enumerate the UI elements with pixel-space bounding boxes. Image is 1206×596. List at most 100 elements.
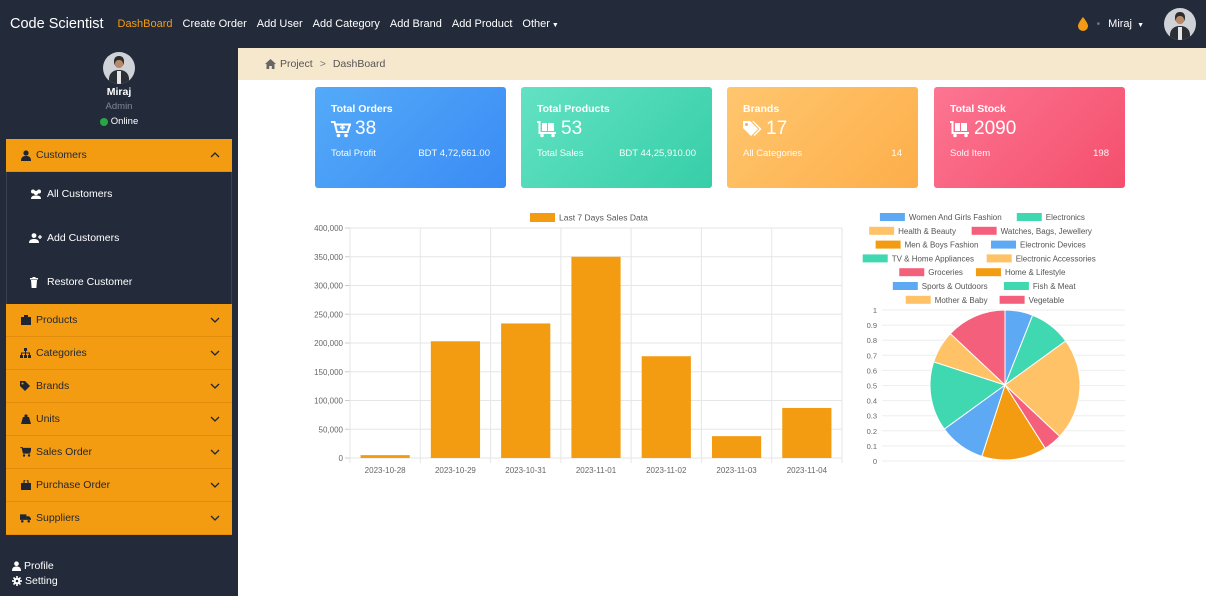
droplet-icon[interactable] [1077,17,1089,31]
profile-role: Admin [105,101,133,112]
legend-label: Vegetable [1029,296,1065,305]
user-name: Miraj [1108,18,1132,30]
chevron-down-icon [210,317,220,323]
legend-label: Home & Lifestyle [1005,268,1066,277]
card-value: 2090 [974,118,1017,139]
card-main: 38 [331,118,490,140]
caret-down-icon: ▼ [551,22,559,29]
x-tick-label: 2023-10-29 [435,466,476,475]
chevron-down-icon [210,350,220,356]
category-pie-chart: Women And Girls Fashion Electronics Health… [862,213,1125,466]
sidebar-avatar [103,52,135,84]
stat-card-total-orders[interactable]: Total Orders 38 Total Profit BDT 4,72,661… [315,87,506,188]
sidebar-subitem-restore-customer[interactable]: Restore Customer [7,260,231,304]
user-plus-icon [29,232,43,244]
sidebar-item-suppliers[interactable]: Suppliers [6,502,232,535]
chevron-down-icon [210,482,220,488]
bag-icon [20,480,31,491]
nav-add-user[interactable]: Add User [257,18,303,30]
sidebar-setting-link[interactable]: Setting [12,573,58,588]
card-main: 2090 [950,118,1109,140]
legend-label: Groceries [928,268,963,277]
sidebar-subitem-label: Add Customers [47,232,120,244]
sidebar-subitem-label: All Customers [47,188,113,200]
legend-swatch [869,226,895,235]
sidebar-item-products[interactable]: Products [6,304,232,337]
nav-dashboard[interactable]: DashBoard [118,18,173,30]
legend-label: Women And Girls Fashion [909,213,1002,222]
breadcrumb-current: DashBoard [332,58,386,70]
legend-swatch [875,240,901,249]
y-tick-label: 0.3 [867,412,877,421]
legend-swatch [991,240,1016,249]
tags-icon [743,121,762,136]
nav-other-dropdown[interactable]: Other ▼ [522,18,558,30]
card-foot-value: 14 [891,148,902,159]
stat-card-total-products[interactable]: Total Products 53 Total Sales BDT 44,25,9… [521,87,712,188]
box-icon [20,315,31,326]
sidebar-item-label: Suppliers [36,512,80,524]
y-tick-label: 300,000 [314,282,343,291]
bar [782,407,832,458]
card-title: Total Products [537,103,610,115]
sidebar-item-purchase-order[interactable]: Purchase Order [6,469,232,502]
sidebar-item-sales-order[interactable]: Sales Order [6,436,232,469]
caret-down-icon: ▼ [1137,22,1144,29]
breadcrumb-project[interactable]: Project [280,58,313,70]
legend-label: Watches, Bags, Jewellery [1001,227,1092,236]
customers-submenu: All Customers Add Customers Restore Cust… [6,172,232,304]
sidebar-item-brands[interactable]: Brands [6,370,232,403]
separator-dot: • [1096,18,1101,30]
card-title: Brands [743,103,780,115]
sidebar-item-units[interactable]: Units [6,403,232,436]
legend-swatch [530,213,555,222]
legend-swatch [1016,213,1042,221]
y-tick-label: 400,000 [314,224,343,233]
card-foot-label: Total Sales [537,148,584,159]
legend-label: Health & Beauty [898,227,956,236]
card-main: 53 [537,118,696,140]
nav-other-label: Other [522,18,550,30]
y-tick-label: 0.2 [867,427,877,436]
y-tick-label: 250,000 [314,310,343,319]
nav-add-category[interactable]: Add Category [313,18,380,30]
card-footer: All Categories 14 [743,148,902,159]
breadcrumb-separator: > [319,58,326,70]
sidebar-menu: Customers All Customers Add Customers Re… [6,139,232,535]
sidebar-subitem-all-customers[interactable]: All Customers [7,172,231,216]
stat-card-total-stock[interactable]: Total Stock 2090 Sold Item 198 [934,87,1125,188]
card-title: Total Stock [950,103,1006,115]
avatar[interactable] [1164,8,1196,40]
user-dropdown[interactable]: Miraj ▼ [1108,18,1144,30]
chevron-down-icon [210,416,220,422]
y-tick-label: 0.5 [867,382,877,391]
sidebar-item-customers[interactable]: Customers [6,139,232,172]
card-main: 17 [743,118,902,140]
brand-title[interactable]: Code Scientist [10,16,104,32]
legend-label: Men & Boys Fashion [905,241,979,250]
card-title: Total Orders [331,103,393,115]
nav-create-order[interactable]: Create Order [183,18,247,30]
bar [711,436,762,458]
sidebar-item-categories[interactable]: Categories [6,337,232,370]
weight-icon [20,414,31,425]
chevron-down-icon [210,449,220,455]
sidebar-item-label: Customers [36,149,87,161]
y-tick-label: 150,000 [314,368,343,377]
topbar-right: • Miraj ▼ [1077,0,1206,48]
y-tick-label: 1 [873,306,877,315]
sidebar-profile-link[interactable]: Profile [12,558,58,573]
sidebar-subitem-add-customers[interactable]: Add Customers [7,216,231,260]
nav-add-product[interactable]: Add Product [452,18,513,30]
card-foot-label: Sold Item [950,148,991,159]
sidebar-item-label: Brands [36,380,70,392]
sidebar-item-label: Units [36,413,60,425]
nav-add-brand[interactable]: Add Brand [390,18,442,30]
legend-swatch [862,254,888,263]
bar [641,356,691,458]
sidebar-item-label: Products [36,314,78,326]
card-footer: Sold Item 198 [950,148,1109,159]
x-tick-label: 2023-10-28 [365,466,406,475]
stat-card-brands[interactable]: Brands 17 All Categories 14 [727,87,918,188]
profile-link-label: Profile [24,559,54,572]
